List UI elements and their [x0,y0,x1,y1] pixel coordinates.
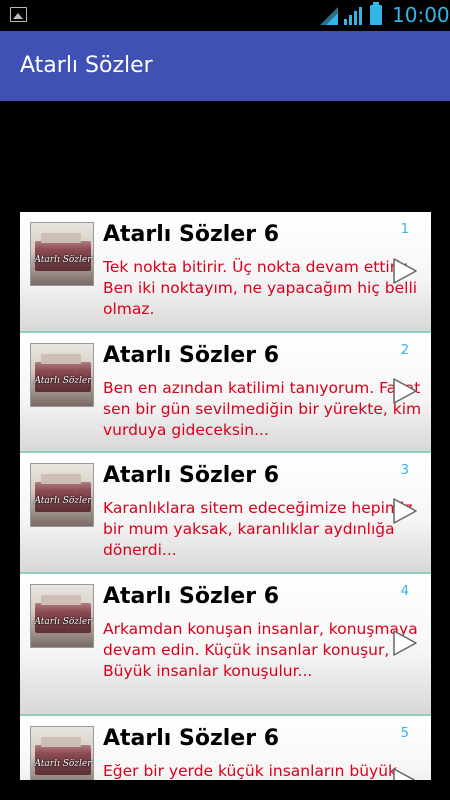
item-body: Ben en azından katilimi tanıyorum. Fakat… [103,379,422,439]
list-item[interactable]: Atarlı Sözler Atarlı Sözler 6 3 Karanlık… [20,453,431,574]
item-heading: Atarlı Sözler 6 [103,222,280,247]
battery-icon [370,2,382,25]
book-thumbnail: Atarlı Sözler [30,222,94,286]
item-body: Tek nokta bitirir. Üç nokta devam ettiri… [103,258,418,318]
image-notification-icon [10,7,27,22]
item-body: Arkamdan konuşan insanlar, konuşmaya dev… [103,620,418,680]
list-item[interactable]: Atarlı Sözler Atarlı Sözler 6 1 Tek nokt… [20,212,431,333]
signal-icon [344,7,362,25]
list-item[interactable]: Atarlı Sözler Atarlı Sözler 6 5 Eğer bir… [20,716,431,780]
item-index: 2 [400,343,409,358]
thumbnail-label: Atarlı Sözler [34,255,92,265]
app-title: Atarlı Sözler [20,53,153,78]
list-item[interactable]: Atarlı Sözler Atarlı Sözler 6 2 Ben en a… [20,333,431,453]
item-body: Eğer bir yerde küçük insanların büyük [103,762,397,780]
item-index: 1 [400,222,409,237]
thumbnail-label: Atarlı Sözler [34,759,92,769]
thumbnail-label: Atarlı Sözler [34,376,92,386]
quote-list[interactable]: Atarlı Sözler Atarlı Sözler 6 1 Tek nokt… [20,212,431,780]
item-index: 3 [400,463,409,478]
list-item[interactable]: Atarlı Sözler Atarlı Sözler 6 4 Arkamdan… [20,574,431,716]
item-index: 4 [400,584,409,599]
status-time: 10:00 [392,3,450,27]
item-body: Karanlıklara sitem edeceğimize hepimiz b… [103,499,413,559]
item-heading: Atarlı Sözler 6 [103,463,280,488]
item-index: 5 [400,726,409,741]
status-bar: 10:00 [0,0,450,31]
play-arrow-icon[interactable] [391,256,419,286]
play-arrow-icon[interactable] [391,766,419,780]
action-bar: Atarlı Sözler [0,31,450,101]
item-heading: Atarlı Sözler 6 [103,584,280,609]
thumbnail-label: Atarlı Sözler [34,496,92,506]
book-thumbnail: Atarlı Sözler [30,584,94,648]
book-thumbnail: Atarlı Sözler [30,343,94,407]
book-thumbnail: Atarlı Sözler [30,726,94,780]
wifi-icon [320,7,338,25]
thumbnail-label: Atarlı Sözler [34,617,92,627]
book-thumbnail: Atarlı Sözler [30,463,94,527]
play-arrow-icon[interactable] [391,376,419,406]
item-heading: Atarlı Sözler 6 [103,343,280,368]
play-arrow-icon[interactable] [391,496,419,526]
item-heading: Atarlı Sözler 6 [103,726,280,751]
play-arrow-icon[interactable] [391,628,419,658]
